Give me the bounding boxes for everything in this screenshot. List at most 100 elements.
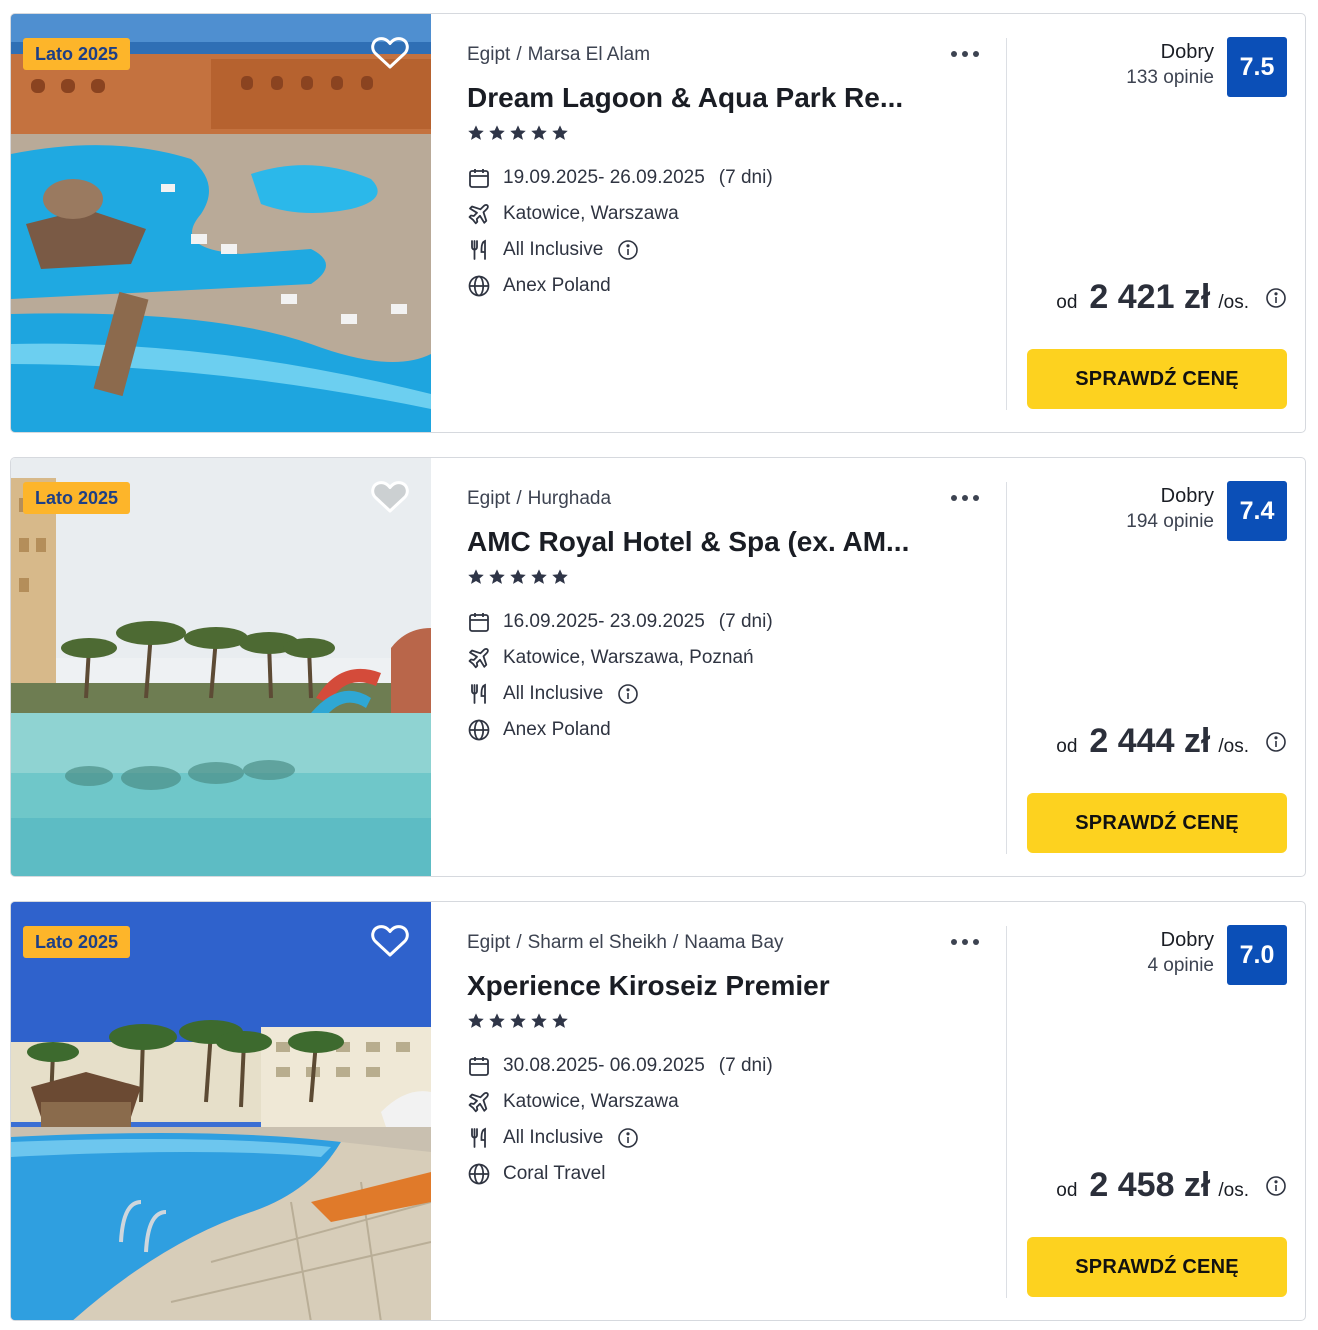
star-icon: [468, 1013, 484, 1028]
review-count[interactable]: 194 opinie: [1126, 511, 1214, 533]
hotel-title[interactable]: AMC Royal Hotel & Spa (ex. AM...: [467, 526, 937, 558]
info-icon[interactable]: [617, 683, 639, 705]
departure-text: Katowice, Warszawa: [503, 203, 679, 224]
info-icon[interactable]: [617, 1127, 639, 1149]
departure-row: Katowice, Warszawa: [467, 1089, 679, 1115]
hotel-title[interactable]: Xperience Kiroseiz Premier: [467, 970, 937, 1002]
breadcrumb-area[interactable]: Naama Bay: [684, 932, 783, 953]
duration-text: (7 dni): [718, 1055, 773, 1076]
breadcrumb-region[interactable]: Sharm el Sheikh: [528, 932, 667, 953]
more-options-icon[interactable]: [949, 42, 981, 66]
dates-text: 16.09.2025- 23.09.2025: [503, 611, 705, 632]
board-text: All Inclusive: [503, 683, 604, 704]
offer-card[interactable]: Lato 2025 Egipt / Hurghada AMC Royal Hotel…: [10, 457, 1306, 877]
star-icon: [489, 1013, 505, 1028]
rating-label: Dobry: [1160, 929, 1214, 951]
hotel-photo[interactable]: Lato 2025: [11, 14, 431, 432]
globe-icon: [467, 718, 491, 742]
offer-info: Egipt / Sharm el Sheikh / Naama Bay Xperienc…: [467, 902, 1007, 1320]
price-amount: 2 444 zł: [1089, 722, 1211, 760]
dates-row: 19.09.2025- 26.09.2025 (7 dni): [467, 165, 773, 191]
departure-row: Katowice, Warszawa: [467, 201, 679, 227]
cutlery-icon: [467, 238, 491, 262]
star-icon: [489, 125, 505, 140]
star-icon: [510, 1013, 526, 1028]
price-block: od 2 458 zł /os.: [1056, 1166, 1287, 1205]
season-badge: Lato 2025: [23, 482, 131, 514]
plane-icon: [467, 646, 491, 670]
operator-row: Anex Poland: [467, 273, 611, 299]
rating-block[interactable]: Dobry 194 opinie 7.4: [1126, 481, 1287, 541]
calendar-icon: [467, 1054, 491, 1078]
board-row: All Inclusive: [467, 237, 639, 263]
rating-score: 7.5: [1227, 37, 1287, 97]
star-icon: [489, 569, 505, 584]
divider: [1006, 38, 1007, 410]
heart-outline-icon[interactable]: [371, 480, 409, 514]
star-icon: [468, 125, 484, 140]
hotel-photo[interactable]: Lato 2025: [11, 902, 431, 1320]
offer-card[interactable]: Lato 2025 Egipt / Marsa El Alam Dream Lago…: [10, 13, 1306, 433]
star-icon: [552, 569, 568, 584]
price-unit: /os.: [1218, 292, 1249, 313]
breadcrumb-country[interactable]: Egipt: [467, 488, 510, 509]
board-row: All Inclusive: [467, 681, 639, 707]
breadcrumb-region[interactable]: Hurghada: [528, 488, 611, 509]
breadcrumb-country[interactable]: Egipt: [467, 932, 510, 953]
globe-icon: [467, 1162, 491, 1186]
offer-info: Egipt / Marsa El Alam Dream Lagoon & Aqua …: [467, 14, 1007, 432]
hotel-stars: [467, 1012, 569, 1032]
price-info-icon[interactable]: [1265, 1175, 1287, 1197]
operator-text: Anex Poland: [503, 275, 611, 296]
operator-row: Coral Travel: [467, 1161, 605, 1187]
check-price-button[interactable]: SPRAWDŹ CENĘ: [1027, 793, 1287, 853]
dates-text: 19.09.2025- 26.09.2025: [503, 167, 705, 188]
heart-outline-icon[interactable]: [371, 36, 409, 70]
rating-label: Dobry: [1160, 485, 1214, 507]
rating-block[interactable]: Dobry 4 opinie 7.0: [1147, 925, 1287, 985]
dates-row: 16.09.2025- 23.09.2025 (7 dni): [467, 609, 773, 635]
check-price-button[interactable]: SPRAWDŹ CENĘ: [1027, 1237, 1287, 1297]
price-info-icon[interactable]: [1265, 287, 1287, 309]
breadcrumb-region[interactable]: Marsa El Alam: [528, 44, 650, 65]
price-block: od 2 444 zł /os.: [1056, 722, 1287, 761]
breadcrumb-country[interactable]: Egipt: [467, 44, 510, 65]
more-options-icon[interactable]: [949, 486, 981, 510]
dates-row: 30.08.2025- 06.09.2025 (7 dni): [467, 1053, 773, 1079]
breadcrumb: Egipt / Marsa El Alam: [467, 44, 651, 65]
price-amount: 2 421 zł: [1089, 278, 1211, 316]
breadcrumb: Egipt / Hurghada: [467, 488, 612, 509]
star-icon: [531, 1013, 547, 1028]
board-text: All Inclusive: [503, 1127, 604, 1148]
check-price-button[interactable]: SPRAWDŹ CENĘ: [1027, 349, 1287, 409]
hotel-title[interactable]: Dream Lagoon & Aqua Park Re...: [467, 82, 937, 114]
review-count[interactable]: 4 opinie: [1147, 955, 1214, 977]
rating-label: Dobry: [1160, 41, 1214, 63]
globe-icon: [467, 274, 491, 298]
heart-outline-icon[interactable]: [371, 924, 409, 958]
star-icon: [531, 125, 547, 140]
price-unit: /os.: [1218, 736, 1249, 757]
departure-row: Katowice, Warszawa, Poznań: [467, 645, 754, 671]
duration-text: (7 dni): [718, 167, 773, 188]
season-badge: Lato 2025: [23, 38, 131, 70]
info-icon[interactable]: [617, 239, 639, 261]
board-text: All Inclusive: [503, 239, 604, 260]
hotel-photo[interactable]: Lato 2025: [11, 458, 431, 876]
plane-icon: [467, 1090, 491, 1114]
price-info-icon[interactable]: [1265, 731, 1287, 753]
operator-text: Anex Poland: [503, 719, 611, 740]
rating-block[interactable]: Dobry 133 opinie 7.5: [1126, 37, 1287, 97]
star-icon: [531, 569, 547, 584]
departure-text: Katowice, Warszawa: [503, 1091, 679, 1112]
breadcrumb: Egipt / Sharm el Sheikh / Naama Bay: [467, 932, 784, 953]
offer-card[interactable]: Lato 2025 Egipt / Sharm el Sheikh / Naama Ba…: [10, 901, 1306, 1321]
cutlery-icon: [467, 682, 491, 706]
more-options-icon[interactable]: [949, 930, 981, 954]
price-prefix: od: [1056, 736, 1078, 757]
rating-score: 7.0: [1227, 925, 1287, 985]
rating-score: 7.4: [1227, 481, 1287, 541]
star-icon: [552, 1013, 568, 1028]
season-badge: Lato 2025: [23, 926, 131, 958]
review-count[interactable]: 133 opinie: [1126, 67, 1214, 89]
